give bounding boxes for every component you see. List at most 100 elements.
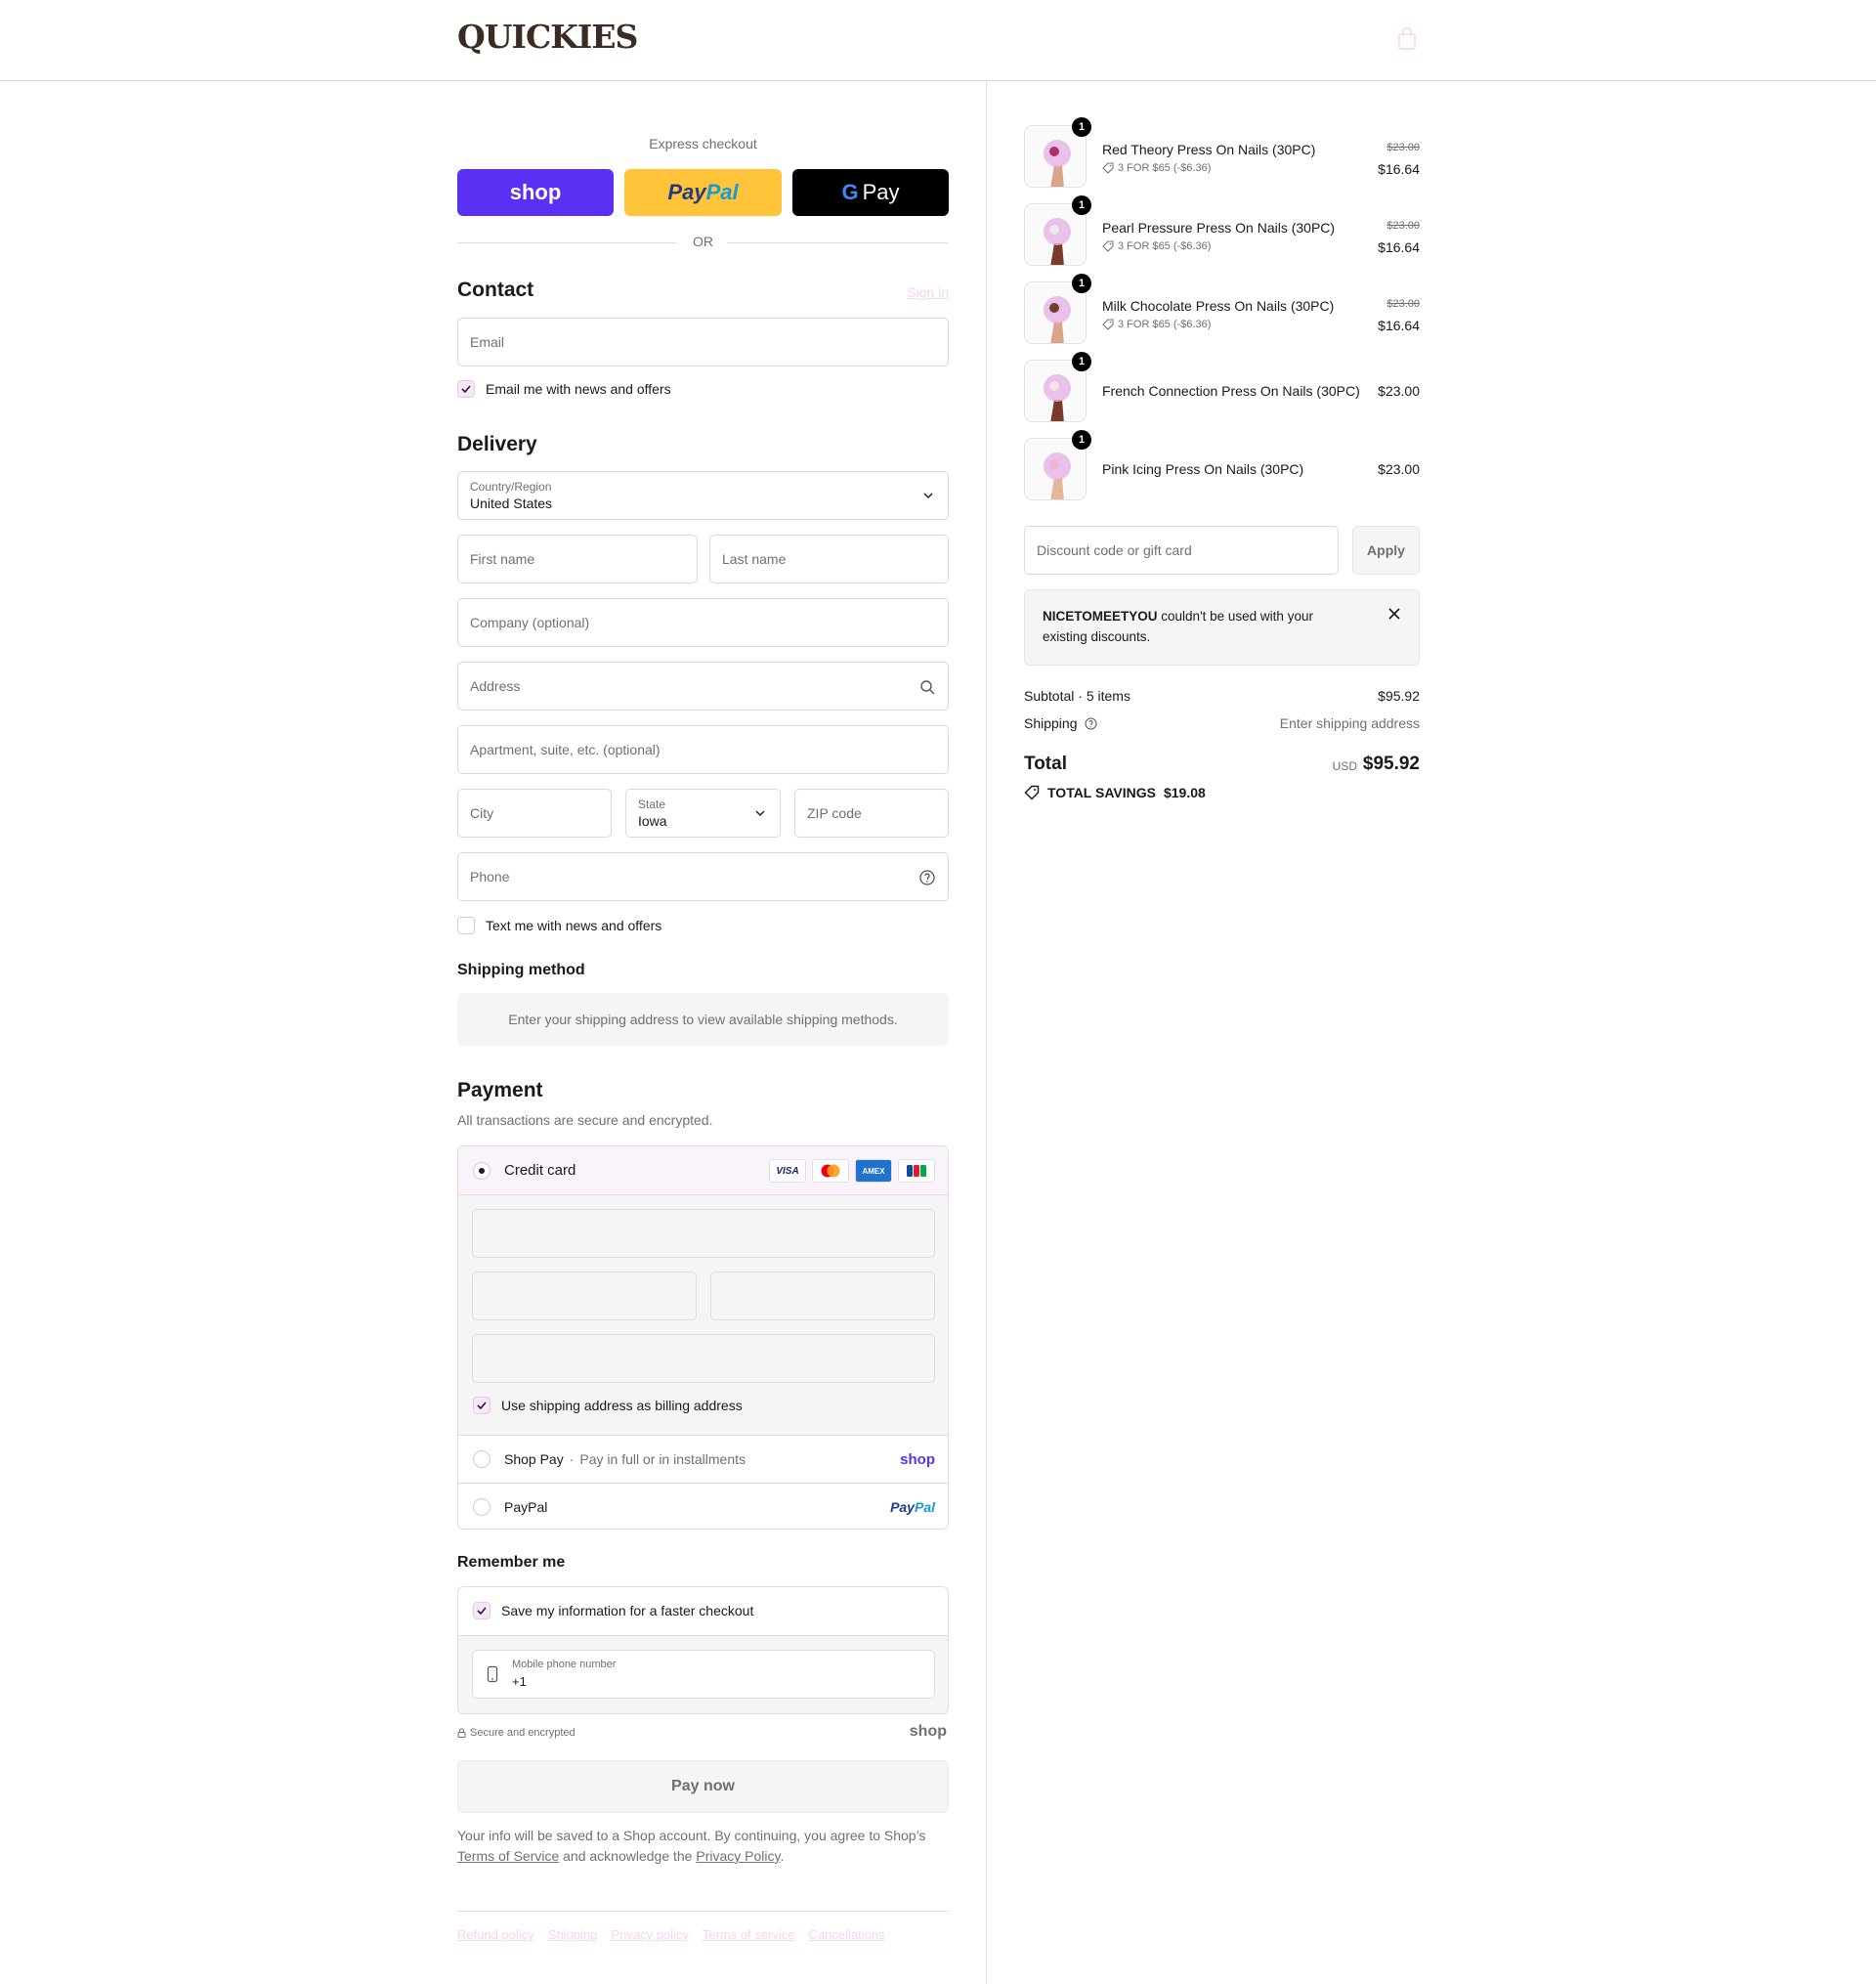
shipping-row: Shipping Enter shipping address (1024, 715, 1420, 731)
shop-pay-radio[interactable] (473, 1450, 490, 1468)
shop-pay-express-button[interactable]: shop (457, 169, 614, 216)
help-icon[interactable] (1085, 717, 1097, 730)
quantity-badge: 1 (1072, 117, 1091, 137)
pay-now-button[interactable]: Pay now (457, 1760, 949, 1813)
tag-icon (1102, 240, 1114, 252)
billing-address-checkbox-row[interactable]: Use shipping address as billing address (473, 1397, 743, 1414)
state-select[interactable]: State Iowa (625, 789, 781, 838)
item-name: Pink Icing Press On Nails (30PC) (1102, 461, 1304, 477)
email-news-checkbox[interactable] (457, 380, 475, 398)
store-logo[interactable]: QUICKIES (457, 18, 638, 56)
item-name: Pearl Pressure Press On Nails (30PC) (1102, 220, 1336, 236)
item-discount: 3 FOR $65 (-$6.36) (1102, 162, 1211, 174)
search-icon (920, 680, 935, 695)
card-expiry-field[interactable] (472, 1272, 697, 1320)
phone-field[interactable]: Phone (457, 852, 949, 901)
card-name-field[interactable] (472, 1334, 935, 1383)
city-field[interactable]: City (457, 789, 612, 838)
chevron-down-icon (923, 493, 933, 498)
paypal-option[interactable]: PayPal PayPal (458, 1483, 948, 1529)
google-pay-express-button[interactable]: G Pay (792, 169, 949, 216)
total-savings: TOTAL SAVINGS $19.08 (1024, 785, 1206, 800)
subtotal-value: $95.92 (1378, 688, 1420, 704)
address-field[interactable]: Address (457, 662, 949, 711)
text-news-checkbox[interactable] (457, 917, 475, 934)
mobile-phone-field[interactable]: Mobile phone number +1 (472, 1650, 935, 1699)
first-name-field[interactable]: First name (457, 535, 698, 583)
apply-discount-button[interactable]: Apply (1352, 526, 1420, 575)
paypal-express-button[interactable]: Pay Pal (624, 169, 782, 216)
shop-pay-logo: shop (900, 1450, 935, 1468)
email-news-checkbox-row[interactable]: Email me with news and offers (457, 380, 671, 398)
text-news-checkbox-row[interactable]: Text me with news and offers (457, 917, 661, 934)
item-discount: 3 FOR $65 (-$6.36) (1102, 319, 1211, 330)
item-price: $16.64 (1378, 161, 1420, 177)
subtotal-label: Subtotal · 5 items (1024, 688, 1130, 704)
save-info-checkbox[interactable] (473, 1602, 490, 1619)
shipping-link[interactable]: Shipping (548, 1927, 598, 1942)
shopping-bag-icon[interactable] (1397, 27, 1417, 51)
legal-text: Your info will be saved to a Shop accoun… (457, 1828, 926, 1864)
close-icon[interactable] (1387, 607, 1401, 621)
tag-icon (1024, 785, 1040, 800)
item-name: Red Theory Press On Nails (30PC) (1102, 142, 1316, 157)
shipping-value: Enter shipping address (1279, 715, 1420, 731)
card-number-field[interactable] (472, 1209, 935, 1258)
amex-icon: AMEX (855, 1159, 892, 1183)
item-name: Milk Chocolate Press On Nails (30PC) (1102, 298, 1335, 314)
cart-item: 1 French Connection Press On Nails (30PC… (1024, 352, 1420, 424)
header: QUICKIES (0, 0, 1876, 81)
terms-of-service-link[interactable]: Terms of Service (457, 1848, 559, 1864)
payment-subtitle: All transactions are secure and encrypte… (457, 1112, 713, 1128)
total-label: Total (1024, 754, 1067, 774)
card-security-code-field[interactable] (710, 1272, 935, 1320)
delivery-title: Delivery (457, 433, 537, 455)
credit-card-form: Use shipping address as billing address (458, 1195, 948, 1435)
tag-icon (1102, 319, 1114, 330)
shipping-method-title: Shipping method (457, 962, 585, 978)
quantity-badge: 1 (1072, 430, 1091, 450)
help-icon[interactable] (918, 869, 936, 886)
express-checkout-title: Express checkout (649, 136, 757, 151)
last-name-field[interactable]: Last name (709, 535, 949, 583)
terms-of-service-footer-link[interactable]: Terms of service (703, 1927, 795, 1942)
discount-code-input[interactable]: Discount code or gift card (1024, 526, 1339, 575)
sign-in-link[interactable]: Sign in (907, 284, 949, 300)
item-price: $16.64 (1378, 318, 1420, 333)
shop-pay-option[interactable]: Shop Pay · Pay in full or in installment… (458, 1435, 948, 1483)
payment-title: Payment (457, 1079, 543, 1101)
credit-card-option[interactable]: Credit card VISA AMEX (458, 1146, 948, 1195)
shipping-method-message: Enter your shipping address to view avai… (457, 993, 949, 1046)
save-info-checkbox-row[interactable]: Save my information for a faster checkou… (473, 1602, 753, 1619)
quantity-badge: 1 (1072, 274, 1091, 293)
paypal-radio[interactable] (473, 1498, 490, 1516)
remember-me-box: Save my information for a faster checkou… (457, 1586, 949, 1714)
tag-icon (1102, 162, 1114, 174)
credit-card-label: Credit card (504, 1162, 576, 1179)
shipping-label: Shipping (1024, 715, 1078, 731)
country-select[interactable]: Country/Region United States (457, 471, 949, 520)
quantity-badge: 1 (1072, 352, 1091, 371)
remember-me-title: Remember me (457, 1554, 566, 1571)
cancellations-link[interactable]: Cancellations (809, 1927, 885, 1942)
privacy-policy-link[interactable]: Privacy Policy (696, 1848, 780, 1864)
quantity-badge: 1 (1072, 195, 1091, 215)
privacy-policy-footer-link[interactable]: Privacy policy (611, 1927, 688, 1942)
shop-pay-sublabel: Pay in full or in installments (579, 1451, 746, 1467)
email-field[interactable]: Email (457, 318, 949, 367)
apartment-field[interactable]: Apartment, suite, etc. (optional) (457, 725, 949, 774)
refund-policy-link[interactable]: Refund policy (457, 1927, 534, 1942)
zip-field[interactable]: ZIP code (794, 789, 949, 838)
billing-address-checkbox[interactable] (473, 1397, 490, 1414)
visa-icon: VISA (769, 1159, 806, 1183)
jcb-icon (898, 1159, 935, 1183)
company-field[interactable]: Company (optional) (457, 598, 949, 647)
total-currency: USD (1332, 759, 1357, 773)
check-icon (477, 1607, 487, 1616)
credit-card-radio[interactable] (473, 1161, 490, 1180)
lock-icon (457, 1728, 466, 1738)
shop-logo-small: shop (909, 1723, 947, 1740)
secure-encrypted-note: Secure and encrypted (457, 1727, 576, 1739)
paypal-label: PayPal (504, 1499, 548, 1515)
card-brand-icons: VISA AMEX (769, 1159, 935, 1183)
